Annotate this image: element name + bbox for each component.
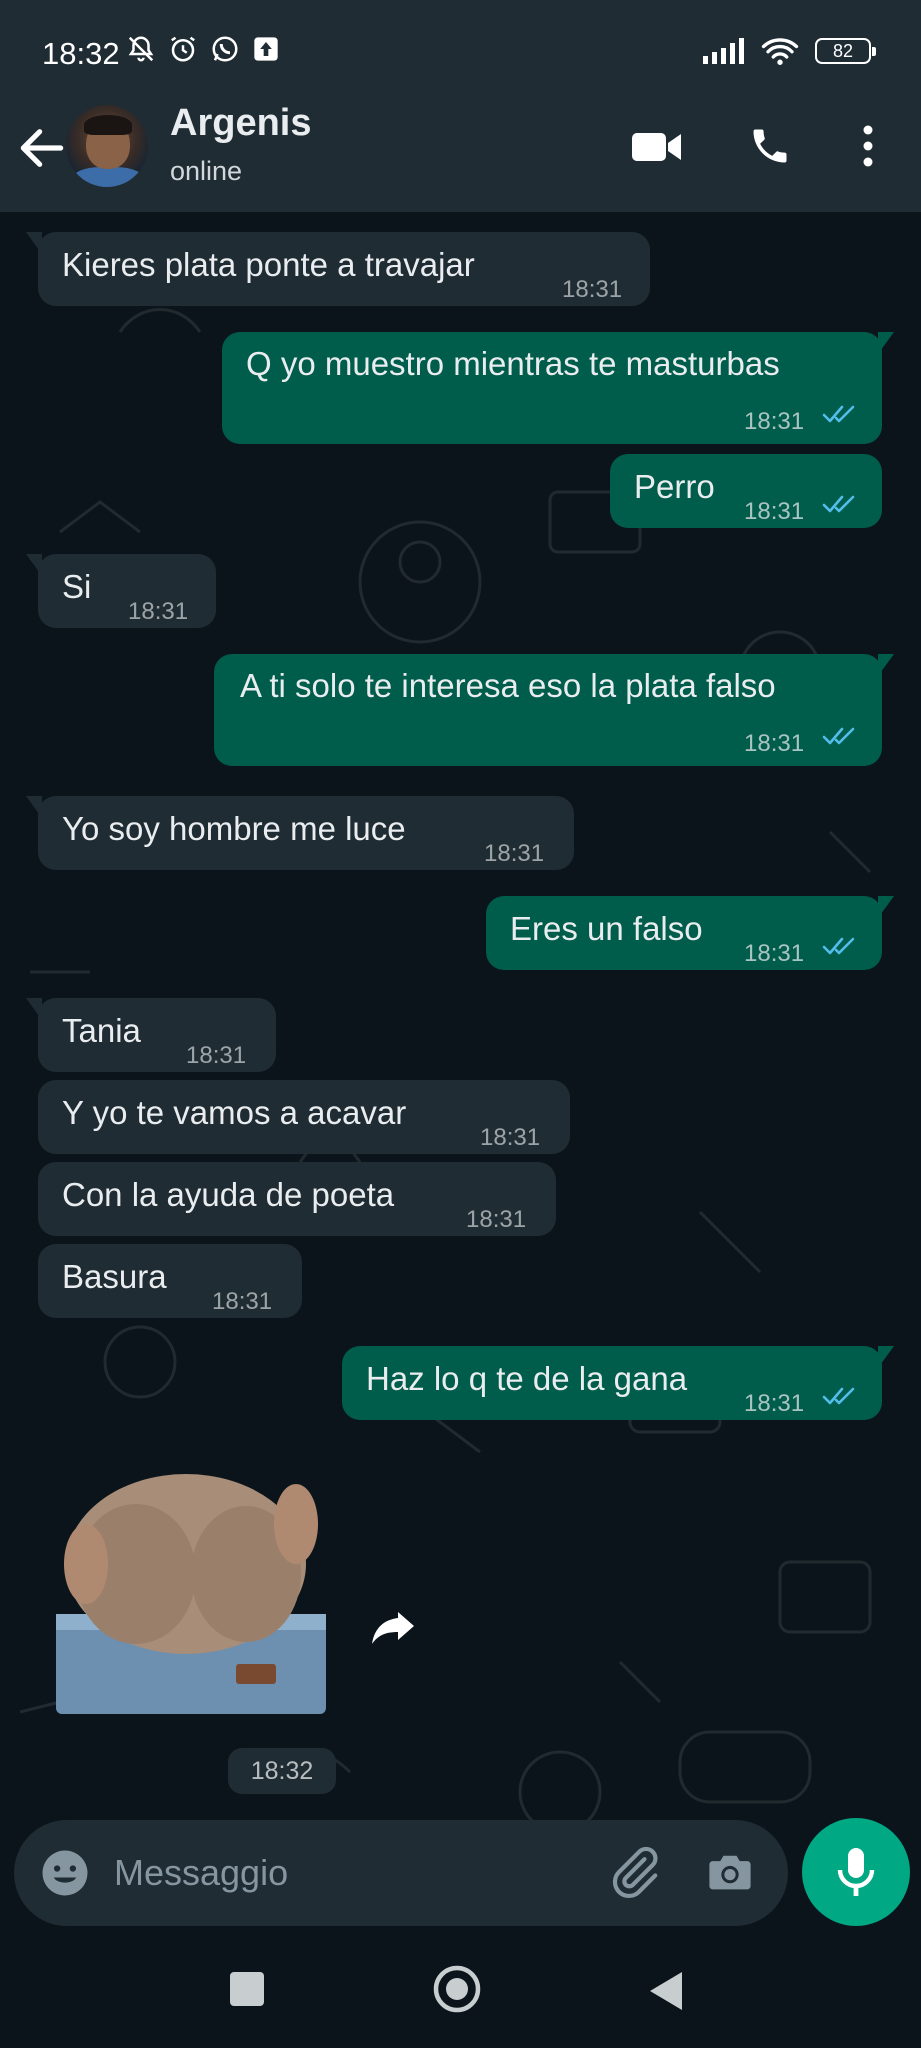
message-time: 18:31 bbox=[484, 840, 545, 867]
voice-call-icon[interactable] bbox=[748, 124, 792, 168]
message-text: Tania bbox=[62, 1012, 141, 1049]
message-text: Con la ayuda de poeta bbox=[62, 1176, 395, 1213]
status-time: 18:32 bbox=[42, 36, 120, 71]
message-outgoing[interactable]: A ti solo te interesa eso la plata falso… bbox=[214, 654, 894, 766]
message-text: Yo soy hombre me luce bbox=[62, 810, 406, 847]
message-incoming[interactable]: Tania 18:31 bbox=[26, 998, 276, 1072]
message-time: 18:31 bbox=[744, 498, 805, 525]
wifi-icon bbox=[761, 38, 799, 65]
alarm-icon bbox=[171, 36, 195, 62]
message-text: Basura bbox=[62, 1258, 167, 1295]
message-text: Si bbox=[62, 568, 92, 605]
more-options-icon[interactable] bbox=[860, 124, 876, 168]
message-incoming[interactable]: Con la ayuda de poeta 18:31 bbox=[38, 1162, 556, 1236]
read-receipt-icon bbox=[822, 405, 855, 423]
message-composer[interactable] bbox=[14, 1820, 788, 1926]
message-incoming[interactable]: Kieres plata ponte a travajar 18:31 bbox=[26, 232, 650, 306]
message-outgoing[interactable]: Q yo muestro mientras te masturbas 18:31 bbox=[222, 332, 894, 444]
message-text: Haz lo q te de la gana bbox=[366, 1360, 688, 1397]
battery-icon: 82 bbox=[815, 38, 876, 64]
back-arrow-icon[interactable] bbox=[14, 120, 70, 176]
message-time: 18:31 bbox=[562, 276, 623, 303]
sticker-time: 18:32 bbox=[228, 1748, 336, 1794]
chat-area[interactable]: Kieres plata ponte a travajar 18:31 Q yo… bbox=[0, 212, 921, 1824]
mute-bell-icon bbox=[128, 36, 154, 62]
message-time: 18:31 bbox=[744, 940, 805, 967]
read-receipt-icon bbox=[822, 727, 855, 745]
message-text: Eres un falso bbox=[510, 910, 703, 947]
contact-status: online bbox=[170, 156, 243, 186]
message-incoming[interactable]: Si 18:31 bbox=[26, 554, 216, 628]
status-system-icons: 82 bbox=[701, 36, 876, 66]
avatar[interactable] bbox=[66, 105, 148, 187]
message-text: Y yo te vamos a acavar bbox=[62, 1094, 407, 1131]
message-text: A ti solo te interesa eso la plata falso bbox=[240, 667, 776, 704]
read-receipt-icon bbox=[822, 937, 855, 955]
message-time: 18:31 bbox=[186, 1042, 247, 1069]
video-call-icon[interactable] bbox=[632, 130, 682, 164]
upload-icon bbox=[254, 37, 278, 61]
message-time: 18:31 bbox=[212, 1288, 273, 1315]
message-time: 18:31 bbox=[744, 1390, 805, 1417]
message-input[interactable] bbox=[114, 1848, 554, 1898]
whatsapp-icon bbox=[212, 36, 238, 62]
message-time: 18:31 bbox=[466, 1206, 527, 1233]
contact-name[interactable]: Argenis bbox=[170, 102, 311, 145]
camera-icon[interactable] bbox=[704, 1846, 756, 1898]
sticker-image[interactable] bbox=[46, 1464, 332, 1714]
home-circle-icon[interactable] bbox=[432, 1964, 482, 2014]
attach-clip-icon[interactable] bbox=[606, 1844, 662, 1900]
message-text: Q yo muestro mientras te masturbas bbox=[246, 345, 780, 382]
read-receipt-icon bbox=[822, 495, 855, 513]
read-receipt-icon bbox=[822, 1387, 855, 1405]
message-time: 18:31 bbox=[480, 1124, 541, 1151]
status-bar: 18:32 82 bbox=[0, 0, 921, 100]
message-time: 18:31 bbox=[744, 408, 805, 435]
recents-square-icon[interactable] bbox=[228, 1970, 266, 2008]
message-outgoing[interactable]: Eres un falso 18:31 bbox=[486, 896, 894, 970]
message-text: Perro bbox=[634, 468, 715, 505]
microphone-icon bbox=[837, 1848, 875, 1896]
message-incoming[interactable]: Y yo te vamos a acavar 18:31 bbox=[38, 1080, 570, 1154]
system-navigation-bar bbox=[0, 1936, 921, 2048]
microphone-button[interactable] bbox=[802, 1818, 910, 1926]
back-triangle-icon[interactable] bbox=[646, 1970, 686, 2012]
top-bar: 18:32 82 Argenis online bbox=[0, 0, 921, 212]
message-incoming[interactable]: Basura 18:31 bbox=[38, 1244, 302, 1318]
emoji-icon[interactable] bbox=[38, 1846, 92, 1900]
message-incoming[interactable]: Yo soy hombre me luce 18:31 bbox=[26, 796, 574, 870]
message-time: 18:31 bbox=[128, 598, 189, 625]
status-notification-icons bbox=[126, 34, 280, 64]
chat-header[interactable]: Argenis online bbox=[0, 100, 921, 212]
message-outgoing[interactable]: Perro 18:31 bbox=[610, 454, 882, 528]
message-text: Kieres plata ponte a travajar bbox=[62, 246, 475, 283]
message-time: 18:31 bbox=[744, 730, 805, 757]
forward-icon[interactable] bbox=[366, 1598, 422, 1654]
signal-icon bbox=[703, 38, 744, 64]
message-outgoing[interactable]: Haz lo q te de la gana 18:31 bbox=[342, 1346, 894, 1420]
